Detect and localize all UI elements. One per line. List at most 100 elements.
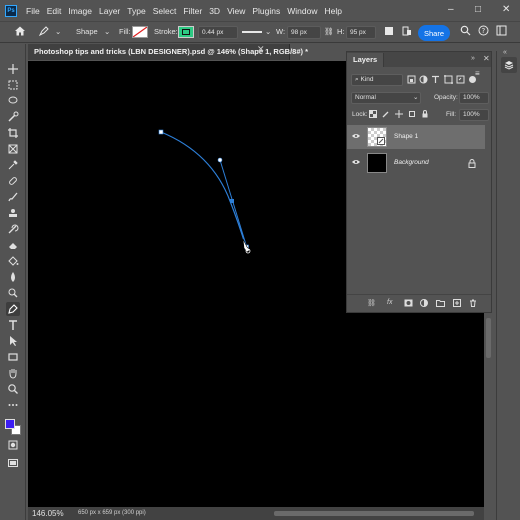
healing-brush-tool-icon[interactable] xyxy=(6,174,20,188)
rectangle-tool-icon[interactable] xyxy=(6,350,20,364)
mode-select[interactable]: Shape xyxy=(76,27,98,36)
eyedropper-tool-icon[interactable] xyxy=(6,158,20,172)
home-icon[interactable] xyxy=(14,25,26,39)
menu-filter[interactable]: Filter xyxy=(183,6,202,16)
help-icon[interactable]: ? xyxy=(478,25,489,38)
collapse-panel-icon[interactable]: » xyxy=(471,55,475,62)
foreground-color-swatch[interactable] xyxy=(5,419,15,429)
chevron-down-icon[interactable]: ⌄ xyxy=(265,27,271,36)
path-selection-tool-icon[interactable] xyxy=(6,334,20,348)
history-brush-tool-icon[interactable] xyxy=(6,222,20,236)
menu-3d[interactable]: 3D xyxy=(209,6,220,16)
pixel-filter-icon[interactable] xyxy=(407,75,416,84)
layer-row-background[interactable]: Background xyxy=(347,151,485,175)
close-tab-icon[interactable]: ✕ xyxy=(257,44,265,55)
adjustment-filter-icon[interactable] xyxy=(419,75,428,84)
color-swatches[interactable] xyxy=(4,418,22,436)
document-tab[interactable]: Photoshop tips and tricks (LBN DESIGNER)… xyxy=(28,44,308,60)
hand-tool-icon[interactable] xyxy=(6,366,20,380)
lock-transparency-icon[interactable] xyxy=(369,110,377,118)
share-button[interactable]: Share xyxy=(418,25,450,41)
path-alignment-icon[interactable] xyxy=(402,26,412,38)
link-layers-icon[interactable]: ⛓ xyxy=(367,299,376,307)
anchor-point[interactable] xyxy=(158,129,164,135)
opacity-input[interactable]: 100% xyxy=(459,92,489,104)
width-input[interactable]: 98 px xyxy=(287,26,321,39)
menu-type[interactable]: Type xyxy=(127,6,145,16)
chevron-down-icon[interactable]: ⌄ xyxy=(104,27,110,36)
pen-tool-preset-icon[interactable] xyxy=(38,25,50,39)
lock-pixels-icon[interactable] xyxy=(382,110,390,118)
shape-path[interactable] xyxy=(160,131,247,248)
lock-icon[interactable] xyxy=(468,159,476,168)
horizontal-scrollbar[interactable] xyxy=(274,511,474,516)
menu-layer[interactable]: Layer xyxy=(99,6,120,16)
expand-panels-icon[interactable]: « xyxy=(503,49,507,56)
minimize-button[interactable]: – xyxy=(448,4,454,15)
menu-help[interactable]: Help xyxy=(324,6,341,16)
trash-icon[interactable] xyxy=(469,299,477,307)
menu-file[interactable]: File xyxy=(26,6,40,16)
eye-icon[interactable] xyxy=(352,159,360,165)
search-icon[interactable] xyxy=(460,25,471,38)
layers-tab[interactable]: Layers xyxy=(347,53,385,67)
menu-view[interactable]: View xyxy=(227,6,245,16)
quick-mask-icon[interactable] xyxy=(6,438,20,452)
add-mask-icon[interactable] xyxy=(404,299,413,307)
frame-tool-icon[interactable] xyxy=(6,142,20,156)
lock-artboard-icon[interactable] xyxy=(408,110,416,118)
move-tool-icon[interactable] xyxy=(6,62,20,76)
crop-tool-icon[interactable] xyxy=(6,126,20,140)
workspace-icon[interactable] xyxy=(496,25,507,38)
close-panel-icon[interactable]: ✕ xyxy=(483,54,490,63)
anchor-point-selected[interactable] xyxy=(230,199,234,203)
menu-image[interactable]: Image xyxy=(68,6,92,16)
lock-all-icon[interactable] xyxy=(421,110,429,118)
new-group-icon[interactable] xyxy=(436,299,445,307)
dodge-tool-icon[interactable] xyxy=(6,286,20,300)
lasso-tool-icon[interactable] xyxy=(6,94,20,108)
type-tool-icon[interactable] xyxy=(6,318,20,332)
brush-tool-icon[interactable] xyxy=(6,190,20,204)
pen-tool-icon[interactable] xyxy=(6,302,20,316)
kind-filter-select[interactable]: ⌕ Kind xyxy=(351,74,403,86)
stroke-swatch[interactable] xyxy=(178,26,194,38)
clone-stamp-tool-icon[interactable] xyxy=(6,206,20,220)
zoom-level[interactable]: 146.05% xyxy=(32,509,64,518)
menu-edit[interactable]: Edit xyxy=(47,6,62,16)
layer-name[interactable]: Shape 1 xyxy=(394,133,418,140)
blend-mode-select[interactable]: Normal xyxy=(351,92,421,104)
path-operations-icon[interactable] xyxy=(384,26,394,38)
chevron-down-icon[interactable]: ⌄ xyxy=(55,27,61,36)
menu-window[interactable]: Window xyxy=(287,6,317,16)
stroke-type-line[interactable] xyxy=(242,31,262,33)
smart-object-filter-icon[interactable] xyxy=(456,75,465,84)
marquee-tool-icon[interactable] xyxy=(6,78,20,92)
adjustment-layer-icon[interactable] xyxy=(420,299,428,307)
quick-selection-tool-icon[interactable] xyxy=(6,110,20,124)
vertical-scrollbar[interactable] xyxy=(486,318,491,358)
blur-tool-icon[interactable] xyxy=(6,270,20,284)
menu-plugins[interactable]: Plugins xyxy=(252,6,280,16)
eye-icon[interactable] xyxy=(352,133,360,139)
layer-row-shape-1[interactable]: Shape 1 xyxy=(347,125,485,149)
close-window-button[interactable]: ✕ xyxy=(502,4,510,15)
direction-handle[interactable] xyxy=(217,157,223,163)
new-layer-icon[interactable] xyxy=(453,299,461,307)
fill-input[interactable]: 100% xyxy=(459,109,489,121)
screen-mode-icon[interactable] xyxy=(6,456,20,470)
layers-panel-toggle-icon[interactable] xyxy=(501,57,517,73)
shape-filter-icon[interactable] xyxy=(443,75,453,84)
height-input[interactable]: 95 px xyxy=(346,26,376,39)
paint-bucket-tool-icon[interactable] xyxy=(6,254,20,268)
fx-icon[interactable]: fx xyxy=(387,299,392,306)
layer-name[interactable]: Background xyxy=(394,159,429,166)
eraser-tool-icon[interactable] xyxy=(6,238,20,252)
maximize-button[interactable]: □ xyxy=(475,4,481,15)
lock-position-icon[interactable] xyxy=(395,110,403,118)
more-tools-icon[interactable] xyxy=(6,398,20,412)
filter-toggle-icon[interactable] xyxy=(468,75,477,84)
link-icon[interactable]: ⛓ xyxy=(324,27,334,36)
zoom-tool-icon[interactable] xyxy=(6,382,20,396)
type-filter-icon[interactable] xyxy=(431,75,440,84)
